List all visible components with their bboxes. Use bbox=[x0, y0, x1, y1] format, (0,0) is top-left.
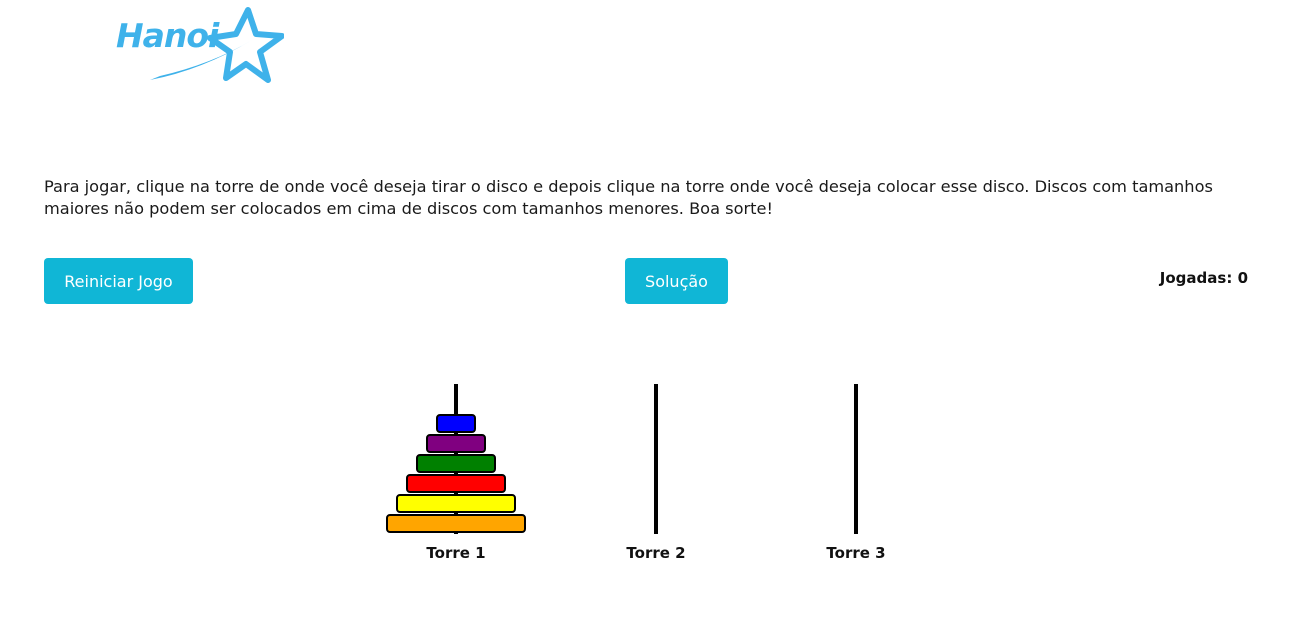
disk-size-1 bbox=[436, 414, 476, 433]
tower-3[interactable]: Torre 3 bbox=[756, 384, 956, 574]
tower-rod bbox=[654, 384, 658, 534]
tower-rod bbox=[854, 384, 858, 534]
moves-label: Jogadas: bbox=[1159, 269, 1233, 287]
tower-label: Torre 3 bbox=[826, 544, 886, 562]
solution-button[interactable]: Solução bbox=[625, 258, 728, 304]
moves-counter: Jogadas: 0 bbox=[1160, 269, 1248, 287]
disk-size-5 bbox=[396, 494, 516, 513]
logo-text: Hanoi bbox=[116, 16, 219, 55]
disk-size-2 bbox=[426, 434, 486, 453]
logo: Hanoi bbox=[112, 6, 284, 88]
tower-2[interactable]: Torre 2 bbox=[556, 384, 756, 574]
tower-label: Torre 2 bbox=[626, 544, 686, 562]
moves-count: 0 bbox=[1237, 269, 1248, 287]
disk-size-3 bbox=[416, 454, 496, 473]
restart-game-button[interactable]: Reiniciar Jogo bbox=[44, 258, 193, 304]
disk-size-6 bbox=[386, 514, 526, 533]
page: Hanoi Para jogar, clique na torre de ond… bbox=[0, 0, 1295, 632]
tower-label: Torre 1 bbox=[426, 544, 486, 562]
disk-size-4 bbox=[406, 474, 506, 493]
tower-1[interactable]: Torre 1 bbox=[356, 384, 556, 574]
instructions-text: Para jogar, clique na torre de onde você… bbox=[44, 177, 1213, 218]
